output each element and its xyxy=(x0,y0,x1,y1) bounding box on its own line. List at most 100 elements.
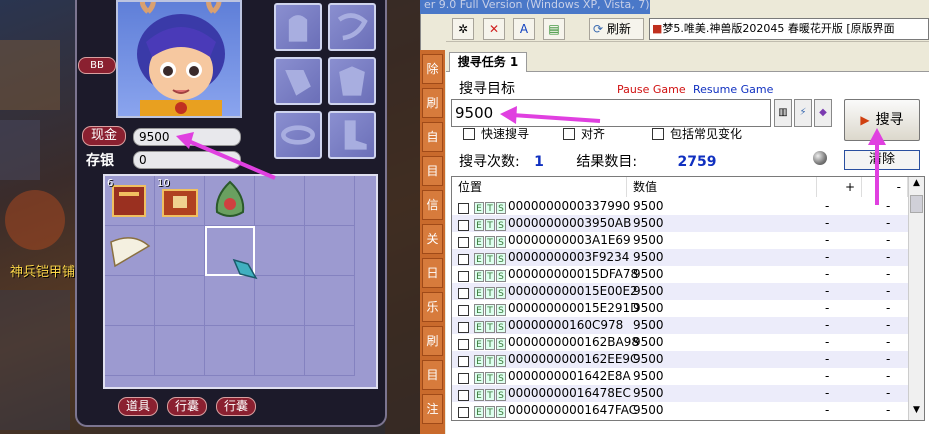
inventory-slot[interactable] xyxy=(105,226,155,276)
side-tab[interactable]: 除 xyxy=(422,54,443,84)
results-scrollbar[interactable]: ▲ ▼ xyxy=(908,177,924,420)
equip-slot-boots[interactable] xyxy=(328,111,376,159)
side-tab[interactable]: 自 xyxy=(422,122,443,152)
calc-icon[interactable]: ▥ xyxy=(774,99,792,127)
column-header-value[interactable]: 数值 xyxy=(627,177,817,197)
side-tab[interactable]: 乐 xyxy=(422,292,443,322)
table-row[interactable]: E T S 00000000016478EC 9500 - - xyxy=(452,385,908,402)
row-checkbox[interactable] xyxy=(458,390,469,401)
bb-button[interactable]: BB xyxy=(78,57,116,74)
table-row[interactable]: E T S 00000000001647FAC 9500 - - xyxy=(452,402,908,419)
side-tab[interactable]: 关 xyxy=(422,224,443,254)
scroll-thumb[interactable] xyxy=(910,195,923,213)
side-tab[interactable]: 日 xyxy=(422,258,443,288)
table-row[interactable]: E T S 00000000003F9234 9500 - - xyxy=(452,249,908,266)
lightning-icon[interactable]: ⚡ xyxy=(794,99,812,127)
side-tab[interactable]: 注 xyxy=(422,394,443,424)
table-row[interactable]: E T S 000000000015E291D 9500 - - xyxy=(452,300,908,317)
fast-search-label: 快速搜寻 xyxy=(481,127,530,141)
inventory-slot[interactable] xyxy=(155,326,205,376)
inventory-slot[interactable] xyxy=(105,276,155,326)
book-stack-icon[interactable]: ◆ xyxy=(814,99,832,127)
table-row[interactable]: E T S 0000000000162EE9C 9500 - - xyxy=(452,351,908,368)
side-tab[interactable]: 目 xyxy=(422,156,443,186)
inventory-slot[interactable] xyxy=(305,276,355,326)
inventory-slot[interactable] xyxy=(205,326,255,376)
inventory-slot[interactable] xyxy=(305,176,355,226)
bag-tab-button-2[interactable]: 行囊 xyxy=(216,397,256,416)
fast-search-option[interactable]: 快速搜寻 xyxy=(463,127,529,142)
equip-slot-helmet[interactable] xyxy=(274,3,322,51)
inventory-slot[interactable]: 10 xyxy=(155,176,205,226)
side-tab[interactable]: 刷 xyxy=(422,88,443,118)
close-process-icon[interactable]: ✕ xyxy=(483,18,505,40)
equip-slot-necklace[interactable] xyxy=(328,3,376,51)
items-tab-button[interactable]: 道具 xyxy=(118,397,158,416)
row-value: 9500 xyxy=(633,352,664,366)
row-checkbox[interactable] xyxy=(458,254,469,265)
inventory-slot[interactable] xyxy=(155,276,205,326)
settings-icon[interactable]: ✲ xyxy=(452,18,474,40)
inventory-slot[interactable] xyxy=(255,226,305,276)
resume-game-link[interactable]: Resume Game xyxy=(693,83,773,96)
row-checkbox[interactable] xyxy=(458,305,469,316)
pause-game-link[interactable]: Pause Game xyxy=(617,83,686,96)
table-row[interactable]: E T S 000000000015DFA78 9500 - - xyxy=(452,266,908,283)
variations-checkbox[interactable] xyxy=(652,128,664,140)
inventory-slot[interactable] xyxy=(255,326,305,376)
table-row[interactable]: E T S 0000000000337990 9500 - - xyxy=(452,198,908,215)
table-row[interactable]: E T S 0000000001642E8A 9500 - - xyxy=(452,368,908,385)
result-count-label: 结果数目: xyxy=(576,154,638,170)
column-header-address[interactable]: 位置 xyxy=(452,177,627,197)
inventory-slot[interactable] xyxy=(305,226,355,276)
fast-search-checkbox[interactable] xyxy=(463,128,475,140)
table-icon[interactable]: ▤ xyxy=(543,18,565,40)
inventory-slot[interactable] xyxy=(205,176,255,226)
row-checkbox[interactable] xyxy=(458,237,469,248)
gem-icon[interactable] xyxy=(230,256,260,282)
clear-button[interactable]: 清除 xyxy=(844,150,920,170)
table-row[interactable]: E T S 000000000015E00E2 9500 - - xyxy=(452,283,908,300)
table-row[interactable]: E T S 00000000160C978 9500 - - xyxy=(452,317,908,334)
row-checkbox[interactable] xyxy=(458,288,469,299)
search-value-input[interactable]: 9500 xyxy=(451,99,771,127)
table-row[interactable]: E T S 00000000003950AB 9500 - - xyxy=(452,215,908,232)
inventory-slot[interactable] xyxy=(255,276,305,326)
side-tab[interactable]: 目 xyxy=(422,360,443,390)
inventory-slot[interactable] xyxy=(155,226,205,276)
bag-tab-button[interactable]: 行囊 xyxy=(167,397,207,416)
side-tab[interactable]: 信 xyxy=(422,190,443,220)
inventory-slot[interactable] xyxy=(255,176,305,226)
table-row[interactable]: E T S 0000000000162BA98 9500 - - xyxy=(452,334,908,351)
scroll-up-icon[interactable]: ▲ xyxy=(910,178,923,192)
tab-search-task-1[interactable]: 搜寻任务 1 xyxy=(449,52,527,72)
inventory-slot[interactable] xyxy=(305,326,355,376)
row-checkbox[interactable] xyxy=(458,356,469,367)
inventory-slot[interactable] xyxy=(205,276,255,326)
inventory-slot[interactable] xyxy=(105,326,155,376)
table-row[interactable]: E T S 00000000003A1E69 9500 - - xyxy=(452,232,908,249)
inventory-slot[interactable]: 6 xyxy=(105,176,155,226)
search-button[interactable]: ▶ 搜寻 xyxy=(844,99,920,141)
variations-option[interactable]: 包括常见变化 xyxy=(652,127,742,142)
row-checkbox[interactable] xyxy=(458,407,469,418)
scroll-down-icon[interactable]: ▼ xyxy=(910,405,923,419)
align-checkbox[interactable] xyxy=(563,128,575,140)
equip-slot-belt[interactable] xyxy=(274,111,322,159)
align-option[interactable]: 对齐 xyxy=(563,127,605,142)
row-tag: S xyxy=(496,321,506,333)
row-checkbox[interactable] xyxy=(458,373,469,384)
column-header-plus[interactable]: + xyxy=(817,177,862,197)
equip-slot-armor[interactable] xyxy=(328,57,376,105)
equip-slot-weapon[interactable] xyxy=(274,57,322,105)
row-checkbox[interactable] xyxy=(458,322,469,333)
row-checkbox[interactable] xyxy=(458,203,469,214)
row-checkbox[interactable] xyxy=(458,220,469,231)
side-tab[interactable]: 刷 xyxy=(422,326,443,356)
refresh-button[interactable]: ⟳ 刷新 xyxy=(589,18,644,40)
process-selector[interactable]: ■梦5.唯美.神兽版202045 春暖花开版 [原版界面 xyxy=(649,18,929,40)
column-header-minus[interactable]: - xyxy=(862,177,908,197)
row-checkbox[interactable] xyxy=(458,339,469,350)
row-checkbox[interactable] xyxy=(458,271,469,282)
text-icon[interactable]: A xyxy=(513,18,535,40)
